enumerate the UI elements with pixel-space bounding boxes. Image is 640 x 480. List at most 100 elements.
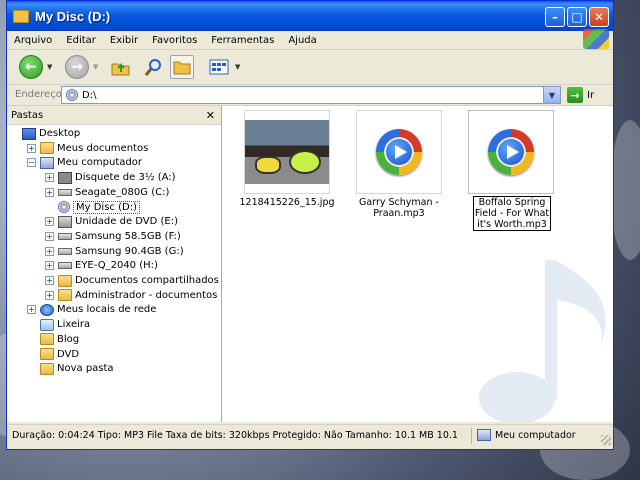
drive-icon (58, 188, 72, 196)
network-icon (40, 303, 54, 316)
file-name-mp3-1[interactable]: Garry Schyman - Praan.mp3 (349, 197, 449, 219)
tree-item[interactable]: + Documentos compartilhados (45, 273, 219, 288)
drive-icon (58, 247, 72, 255)
menu-ajuda[interactable]: Ajuda (281, 35, 323, 46)
title-bar[interactable]: My Disc (D:) – □ ✕ (7, 1, 613, 31)
tree-item-label: DVD (57, 348, 80, 360)
tree-item[interactable]: + Seagate_080G (C:) (45, 185, 169, 200)
tree-item-label: Documentos compartilhados (75, 275, 219, 286)
expand-toggle[interactable]: + (45, 173, 54, 183)
tree-item-label: Seagate_080G (C:) (75, 186, 170, 198)
disc-icon (66, 89, 78, 101)
expand-toggle[interactable]: + (45, 217, 54, 227)
close-pane-icon[interactable]: ✕ (206, 109, 215, 122)
folders-pane-header: Pastas ✕ (7, 106, 221, 125)
tree-item-label: Unidade de DVD (E:) (75, 216, 179, 228)
expand-toggle[interactable]: + (45, 290, 54, 300)
tree-item-label: Disquete de 3½ (A:) (75, 172, 176, 184)
file-thumbnail-jpg[interactable] (244, 110, 330, 194)
views-button[interactable]: ▼ (207, 55, 240, 79)
go-arrow-icon: → (567, 87, 583, 103)
file-thumbnail-mp3-1[interactable] (356, 110, 442, 194)
chevron-down-icon[interactable]: ▼ (93, 63, 98, 71)
expand-toggle[interactable]: + (45, 187, 54, 197)
window-title: My Disc (D:) (35, 8, 111, 24)
window-controls: – □ ✕ (545, 7, 609, 27)
address-input[interactable]: D:\ ▼ (61, 86, 561, 104)
tree-item-label: Lixeira (57, 319, 91, 331)
minimize-button[interactable]: – (545, 7, 565, 27)
drive-icon (58, 262, 72, 270)
windows-logo-icon (583, 29, 609, 49)
folder-icon (13, 9, 29, 23)
chevron-down-icon[interactable]: ▼ (235, 63, 240, 71)
file-name-mp3-2[interactable]: Boffalo Spring Field - For What it's Wor… (473, 196, 551, 231)
tree-item[interactable]: + EYE-Q_2040 (H:) (45, 258, 158, 273)
expand-toggle[interactable]: − (27, 158, 36, 168)
tree-item[interactable]: Desktop (9, 126, 80, 141)
expand-toggle[interactable]: + (27, 143, 36, 153)
chevron-down-icon[interactable]: ▼ (543, 87, 560, 103)
drive-icon (58, 232, 72, 240)
folder-icon (58, 274, 72, 287)
expand-toggle[interactable]: + (45, 261, 54, 271)
tree-item[interactable]: + Meus documentos (27, 141, 148, 156)
up-folder-button[interactable] (109, 55, 133, 79)
file-name-jpg[interactable]: 1218415226_15.jpg (237, 197, 337, 208)
expand-toggle[interactable]: + (45, 246, 54, 256)
expand-toggle[interactable]: + (45, 231, 54, 241)
expand-toggle[interactable]: + (27, 305, 36, 315)
tree-item[interactable]: + Administrador - documentos (45, 288, 217, 303)
folders-icon (170, 55, 194, 79)
tree-item-label: Blog (57, 333, 80, 345)
media-player-icon (376, 129, 422, 175)
dvd-icon (58, 215, 72, 228)
menu-exibir[interactable]: Exibir (103, 35, 145, 46)
tree-item[interactable]: DVD (27, 347, 79, 362)
tree-item[interactable]: + Samsung 90.4GB (G:) (45, 244, 184, 259)
menu-favoritos[interactable]: Favoritos (145, 35, 204, 46)
folder-icon (58, 289, 72, 302)
maximize-button[interactable]: □ (567, 7, 587, 27)
back-button[interactable]: ← ▼ (19, 55, 52, 79)
back-arrow-icon: ← (19, 55, 43, 79)
search-button[interactable] (141, 55, 165, 79)
menu-ferramentas[interactable]: Ferramentas (204, 35, 281, 46)
tree-item[interactable]: + Meus locais de rede (27, 302, 156, 317)
status-separator (471, 428, 472, 444)
address-bar: Endereço D:\ ▼ → Ir (7, 85, 613, 106)
menu-arquivo[interactable]: Arquivo (7, 35, 59, 46)
tree-item-label: EYE-Q_2040 (H:) (75, 260, 158, 272)
status-location-label: Meu computador (495, 429, 576, 441)
go-button[interactable]: → Ir (567, 87, 594, 103)
tree-item[interactable]: My Disc (D:) (45, 200, 140, 215)
chevron-down-icon[interactable]: ▼ (47, 63, 52, 71)
menu-editar[interactable]: Editar (59, 35, 103, 46)
computer-icon (40, 156, 54, 169)
tree-item-label: Meu computador (57, 157, 142, 169)
tree-item[interactable]: Lixeira (27, 317, 90, 332)
tree-item[interactable]: + Samsung 58.5GB (F:) (45, 229, 181, 244)
file-list: 1218415226_15.jpg Garry Schyman - Praan.… (222, 106, 613, 422)
folders-button[interactable] (170, 55, 194, 79)
explorer-window: My Disc (D:) – □ ✕ Arquivo Editar Exibir… (6, 0, 614, 450)
tree-item[interactable]: + Unidade de DVD (E:) (45, 214, 178, 229)
resize-grip[interactable] (601, 435, 611, 445)
folder-icon (40, 333, 54, 346)
forward-arrow-icon: → (65, 55, 89, 79)
forward-button[interactable]: → ▼ (65, 55, 98, 79)
tree-item[interactable]: − Meu computador (27, 155, 142, 170)
tree-item-label: Samsung 58.5GB (F:) (75, 230, 181, 242)
close-button[interactable]: ✕ (589, 7, 609, 27)
status-bar: Duração: 0:04:24 Tipo: MP3 File Taxa de … (7, 424, 613, 447)
photo-thumbnail (245, 120, 329, 184)
tree-item[interactable]: + Disquete de 3½ (A:) (45, 170, 176, 185)
tree-item[interactable]: Blog (27, 332, 79, 347)
tree-item[interactable]: Nova pasta (27, 361, 114, 376)
expand-toggle[interactable]: + (45, 276, 54, 285)
file-thumbnail-mp3-2[interactable] (468, 110, 554, 194)
